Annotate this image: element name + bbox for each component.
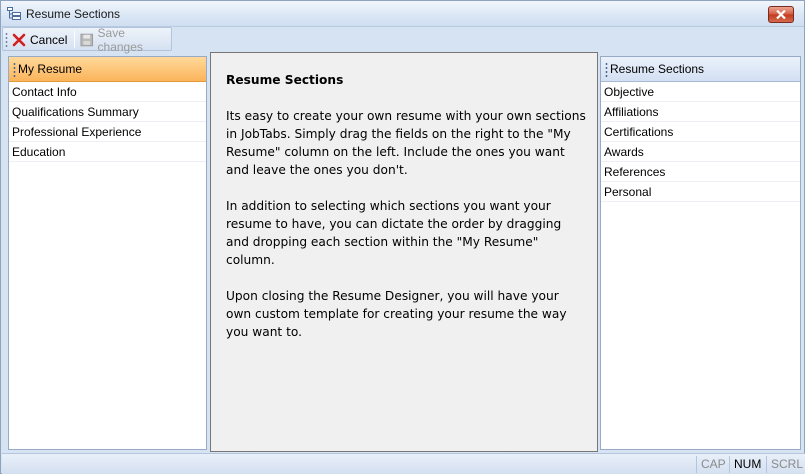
- list-item[interactable]: Personal: [601, 182, 800, 202]
- resume-sections-header[interactable]: Resume Sections: [601, 57, 800, 82]
- app-window-icon: [7, 7, 21, 20]
- floppy-disk-icon: [80, 33, 94, 46]
- my-resume-list: Contact Info Qualifications Summary Prof…: [9, 82, 206, 162]
- caps-lock-indicator: CAP: [696, 456, 730, 473]
- red-x-icon: [12, 33, 26, 46]
- resume-sections-window: Resume Sections Cancel Save changes My R…: [0, 0, 805, 474]
- list-item[interactable]: Affiliations: [601, 102, 800, 122]
- window-title: Resume Sections: [26, 7, 121, 21]
- instructions-paragraph: Its easy to create your own resume with …: [226, 109, 586, 177]
- resume-sections-panel: Resume Sections Objective Affiliations C…: [600, 56, 801, 450]
- title-bar: Resume Sections: [1, 1, 804, 27]
- list-item[interactable]: Awards: [601, 142, 800, 162]
- instructions-heading: Resume Sections: [226, 73, 344, 87]
- scroll-lock-indicator: SCRL: [766, 456, 805, 473]
- instructions-panel: Resume Sections Its easy to create your …: [210, 52, 598, 452]
- num-lock-indicator: NUM: [729, 456, 765, 473]
- close-button[interactable]: [768, 6, 794, 23]
- list-item[interactable]: Professional Experience: [9, 122, 206, 142]
- instructions-paragraph: In addition to selecting which sections …: [226, 199, 562, 267]
- status-bar: CAP NUM SCRL: [2, 453, 805, 474]
- list-item[interactable]: References: [601, 162, 800, 182]
- list-item[interactable]: Certifications: [601, 122, 800, 142]
- toolbar: Cancel Save changes: [2, 26, 172, 54]
- list-item[interactable]: Education: [9, 142, 206, 162]
- close-icon: [776, 10, 786, 19]
- toolbar-separator: [74, 31, 75, 48]
- list-item[interactable]: Contact Info: [9, 82, 206, 102]
- drag-grip-icon: [605, 62, 608, 77]
- list-item[interactable]: Objective: [601, 82, 800, 102]
- resume-sections-list: Objective Affiliations Certifications Aw…: [601, 82, 800, 202]
- my-resume-panel: My Resume Contact Info Qualifications Su…: [8, 56, 207, 450]
- toolbar-grip[interactable]: [5, 32, 8, 47]
- list-item[interactable]: Qualifications Summary: [9, 102, 206, 122]
- instructions-paragraph: Upon closing the Resume Designer, you wi…: [226, 289, 567, 339]
- resume-sections-header-label: Resume Sections: [610, 62, 705, 76]
- drag-grip-icon: [13, 62, 16, 77]
- my-resume-header[interactable]: My Resume: [9, 57, 206, 82]
- cancel-button[interactable]: Cancel: [12, 30, 67, 49]
- cancel-label: Cancel: [30, 32, 68, 47]
- save-changes-button[interactable]: Save changes: [80, 26, 171, 54]
- save-changes-label: Save changes: [97, 25, 143, 54]
- my-resume-header-label: My Resume: [18, 62, 83, 76]
